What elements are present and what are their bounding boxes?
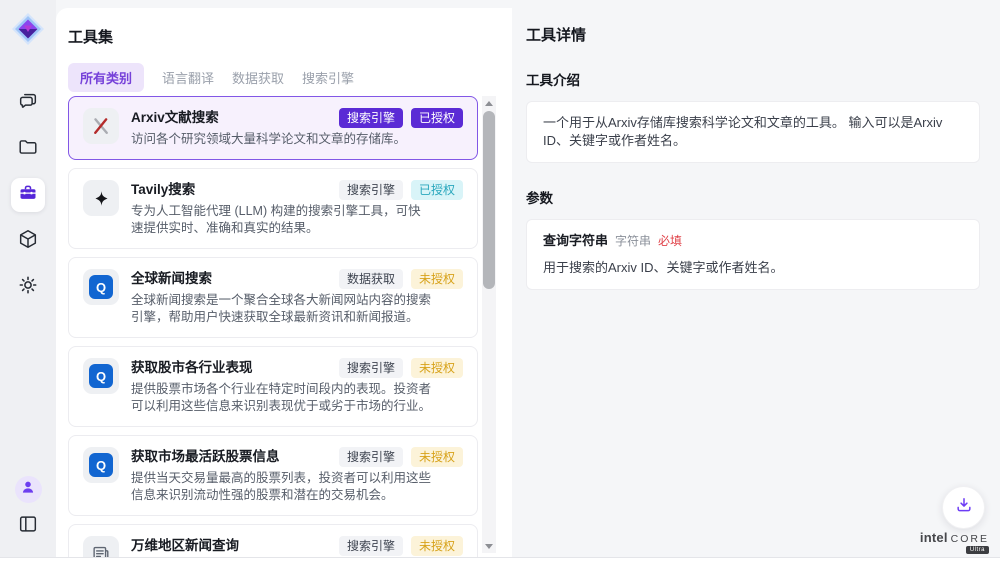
param-type: 字符串 (615, 232, 651, 250)
tool-category-badge: 搜索引擎 (339, 536, 403, 556)
tools-panel: 工具集 所有类别 语言翻译 数据获取 搜索引擎 Arxiv文献搜索 搜索引擎 已… (56, 8, 512, 557)
tool-name: Tavily搜索 (131, 180, 195, 199)
user-avatar-icon (19, 478, 37, 501)
sidebar-item-models[interactable] (11, 224, 45, 258)
tool-auth-badge: 未授权 (411, 447, 463, 467)
bottom-window-edge (0, 557, 1000, 563)
sidebar-item-panel-toggle[interactable] (11, 509, 45, 543)
app-window: 工具集 所有类别 语言翻译 数据获取 搜索引擎 Arxiv文献搜索 搜索引擎 已… (0, 0, 1000, 563)
tool-category-badge: 数据获取 (339, 269, 403, 289)
tool-description: 全球新闻搜索是一个聚合全球各大新闻网站内容的搜索引擎，帮助用户快速获取全球最新资… (131, 292, 431, 326)
tool-category-badge: 搜索引擎 (339, 180, 403, 200)
sidebar-item-toolbox[interactable] (11, 178, 45, 212)
intel-brand-text: intel (920, 530, 948, 545)
tool-category-badge: 搜索引擎 (339, 108, 403, 128)
scrollbar-thumb[interactable] (483, 111, 495, 289)
tool-description: 提供股票市场各个行业在特定时间段内的表现。投资者可以利用这些信息来识别表现优于或… (131, 381, 431, 415)
panel-layout-icon (17, 513, 39, 540)
tool-intro-box: 一个用于从Arxiv存储库搜索科学论文和文章的工具。 输入可以是Arxiv ID… (526, 101, 980, 163)
q-search-icon: Q (83, 447, 119, 483)
sidebar-item-settings[interactable] (11, 270, 45, 304)
newspaper-icon (83, 536, 119, 557)
tool-name: 获取市场最活跃股票信息 (131, 447, 280, 466)
tool-card-2[interactable]: Q 全球新闻搜索 数据获取 未授权 全球新闻搜索是一个聚合全球各大新闻网站内容的… (68, 257, 478, 338)
tool-list-scrollbar (482, 96, 496, 553)
tool-auth-badge: 已授权 (411, 108, 463, 128)
category-tabs: 所有类别 语言翻译 数据获取 搜索引擎 (68, 63, 500, 92)
tool-detail-panel: 工具详情 工具介绍 一个用于从Arxiv存储库搜索科学论文和文章的工具。 输入可… (512, 8, 1000, 557)
tool-card-5[interactable]: 万维地区新闻查询 搜索引擎 未授权 查询具体行政区划内的新闻，快速了解各地新闻动 (68, 524, 478, 557)
ultra-badge: Ultra (966, 546, 989, 554)
scrollbar-down-arrow[interactable] (482, 539, 496, 553)
chat-icon (17, 90, 39, 117)
core-brand-text: CORE (951, 533, 989, 545)
tab-all-categories[interactable]: 所有类别 (68, 63, 144, 92)
tool-name: 全球新闻搜索 (131, 269, 212, 288)
tab-search-engine[interactable]: 搜索引擎 (302, 63, 354, 92)
scrollbar-up-arrow[interactable] (482, 96, 496, 110)
tool-card-0[interactable]: Arxiv文献搜索 搜索引擎 已授权 访问各个研究领域大量科学论文和文章的存储库… (68, 96, 478, 160)
q-search-icon: Q (83, 358, 119, 394)
folder-icon (17, 136, 39, 163)
tool-list: Arxiv文献搜索 搜索引擎 已授权 访问各个研究领域大量科学论文和文章的存储库… (68, 96, 478, 557)
tool-description: 提供当天交易量最高的股票列表，投资者可以利用这些信息来识别流动性强的股票和潜在的… (131, 470, 431, 504)
tab-data-acquisition[interactable]: 数据获取 (232, 63, 284, 92)
sidebar-item-files[interactable] (11, 132, 45, 166)
param-required-flag: 必填 (658, 232, 682, 250)
tool-card-1[interactable]: Tavily搜索 搜索引擎 已授权 专为人工智能代理 (LLM) 构建的搜索引擎… (68, 168, 478, 249)
user-avatar[interactable] (15, 476, 42, 503)
tool-description: 访问各个研究领域大量科学论文和文章的存储库。 (131, 131, 431, 148)
tab-language-translation[interactable]: 语言翻译 (162, 63, 214, 92)
detail-title: 工具详情 (526, 24, 980, 45)
param-description: 用于搜索的Arxiv ID、关键字或作者姓名。 (543, 259, 963, 277)
tools-panel-title: 工具集 (68, 26, 500, 47)
tool-auth-badge: 已授权 (411, 180, 463, 200)
tool-card-3[interactable]: Q 获取股市各行业表现 搜索引擎 未授权 提供股票市场各个行业在特定时间段内的表… (68, 346, 478, 427)
settings-gear-icon (17, 274, 39, 301)
tool-name: 万维地区新闻查询 (131, 536, 239, 555)
intel-core-logo: intel CORE Ultra (925, 530, 989, 554)
download-icon (954, 495, 974, 520)
tool-category-badge: 搜索引擎 (339, 358, 403, 378)
tool-name: 获取股市各行业表现 (131, 358, 253, 377)
param-box: 查询字符串 字符串 必填 用于搜索的Arxiv ID、关键字或作者姓名。 (526, 219, 980, 290)
sparkle-icon (83, 180, 119, 216)
q-search-icon: Q (83, 269, 119, 305)
tool-card-4[interactable]: Q 获取市场最活跃股票信息 搜索引擎 未授权 提供当天交易量最高的股票列表，投资… (68, 435, 478, 516)
app-logo-icon (11, 12, 45, 46)
cube-icon (17, 228, 39, 255)
sidebar-item-chat[interactable] (11, 86, 45, 120)
tool-description: 专为人工智能代理 (LLM) 构建的搜索引擎工具，可快速提供实时、准确和真实的结… (131, 203, 431, 237)
arxiv-icon (83, 108, 119, 144)
tool-auth-badge: 未授权 (411, 269, 463, 289)
left-rail (0, 0, 56, 557)
params-section-label: 参数 (526, 187, 980, 207)
download-button[interactable] (942, 486, 985, 529)
tool-category-badge: 搜索引擎 (339, 447, 403, 467)
tool-name: Arxiv文献搜索 (131, 108, 219, 127)
intro-section-label: 工具介绍 (526, 69, 980, 89)
tool-auth-badge: 未授权 (411, 536, 463, 556)
tool-auth-badge: 未授权 (411, 358, 463, 378)
param-name: 查询字符串 (543, 232, 608, 250)
toolbox-icon (18, 183, 38, 208)
